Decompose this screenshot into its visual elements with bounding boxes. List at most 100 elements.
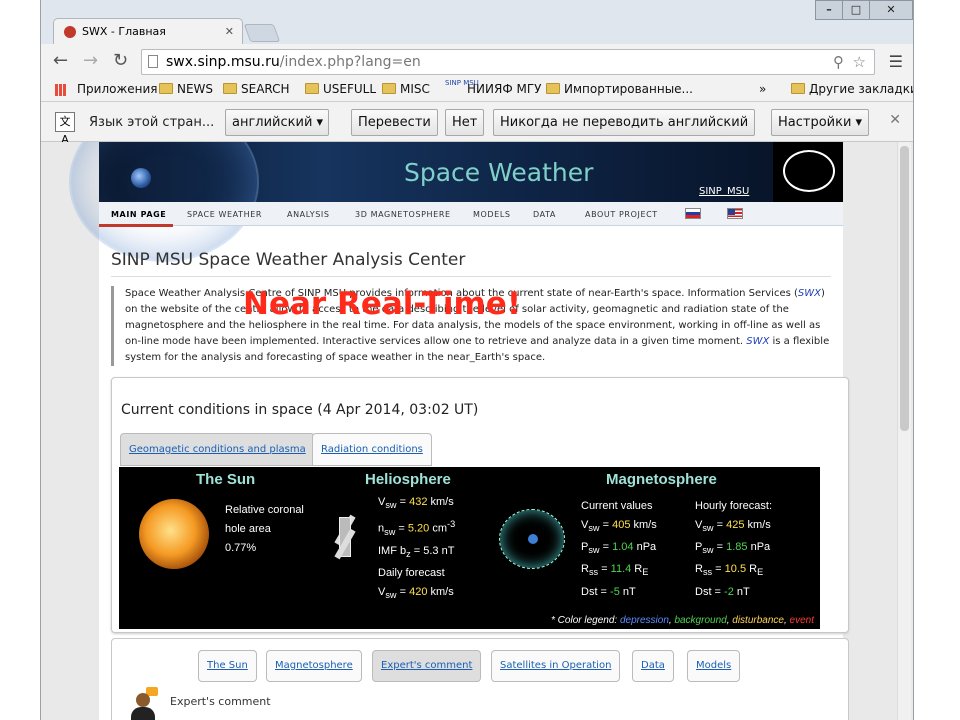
no-button[interactable]: Нет xyxy=(445,109,485,136)
url-host: swx.sinp.msu.ru xyxy=(166,54,280,70)
bookmark-imported[interactable]: Импортированные... xyxy=(546,82,693,96)
bookmark-label: Другие закладки xyxy=(809,82,914,96)
browser-tab[interactable]: SWX - Главная ✕ xyxy=(53,18,243,44)
nav-space-weather[interactable]: SPACE WEATHER xyxy=(187,210,262,219)
conditions-panel: The Sun Heliosphere Magnetosphere Relati… xyxy=(119,467,820,629)
translate-settings-button[interactable]: Настройки ▾ xyxy=(771,109,869,136)
sinp-logo[interactable] xyxy=(773,142,843,202)
current-values: Current values Vsw = 405 km/s Psw = 1.04… xyxy=(581,500,657,598)
swx-link[interactable]: SWX xyxy=(746,336,769,347)
folder-icon xyxy=(305,83,319,94)
fc-psw: 1.85 xyxy=(726,541,748,554)
heliosphere-values: Vsw = 432 km/s nsw = 5.20 cm-3 IMF bz = … xyxy=(378,496,456,601)
info-tabs-box: The Sun Magnetosphere Expert's comment S… xyxy=(111,638,849,720)
bookmark-search[interactable]: SEARCH xyxy=(223,82,290,96)
maximize-button[interactable]: □ xyxy=(842,0,870,20)
tab-geomagnetic[interactable]: Geomagetic conditions and plasma xyxy=(120,433,315,466)
vsw-value: 432 xyxy=(409,496,428,508)
intro-part-1: Space Weather Analysis Centre of SINP MS… xyxy=(125,288,798,299)
hourly-forecast: Hourly forecast: Vsw = 425 km/s Psw = 1.… xyxy=(695,500,773,598)
fc-rss: 10.5 xyxy=(724,563,747,576)
conditions-title: Current conditions in space (4 Apr 2014,… xyxy=(121,402,479,418)
translate-bar: 文A Язык этой стран... английский ▾ Перев… xyxy=(41,102,913,146)
title-bar: SWX - Главная ✕ – □ ✕ xyxy=(41,0,913,44)
nav-3d-magnetosphere[interactable]: 3D MAGNETOSPHERE xyxy=(355,210,451,219)
swx-link[interactable]: SWX xyxy=(798,288,821,299)
bookmark-misc[interactable]: MISC xyxy=(382,82,430,96)
magnetosphere-image[interactable] xyxy=(499,509,565,569)
nav-models[interactable]: MODELS xyxy=(473,210,511,219)
fc-dst: -2 xyxy=(724,585,734,598)
translate-close-icon[interactable]: ✕ xyxy=(889,112,901,128)
earth-icon xyxy=(131,168,151,188)
translate-button[interactable]: Перевести xyxy=(351,109,438,136)
language-select[interactable]: английский ▾ xyxy=(225,109,329,136)
tab-the-sun[interactable]: The Sun xyxy=(198,650,257,682)
reload-icon[interactable]: ↻ xyxy=(113,51,128,71)
sun-coronal-value: 0.77% xyxy=(225,542,257,554)
vsw-forecast-value: 420 xyxy=(409,586,428,599)
imf-value: 5.3 xyxy=(423,545,439,558)
nav-main-page[interactable]: MAIN PAGE xyxy=(111,210,166,219)
cur-psw: 1.04 xyxy=(612,541,634,554)
forecast-label: Hourly forecast: xyxy=(695,500,773,512)
site-banner: Space Weather SINP MSU xyxy=(69,142,843,262)
browser-toolbar: ← → ↻ swx.sinp.msu.ru/index.php?lang=en … xyxy=(41,44,913,78)
site-favicon-icon xyxy=(64,26,76,38)
address-bar[interactable]: swx.sinp.msu.ru/index.php?lang=en ⚲ ☆ xyxy=(141,49,875,75)
sun-heading: The Sun xyxy=(196,471,256,488)
sun-image[interactable] xyxy=(139,499,209,569)
folder-icon xyxy=(546,83,560,94)
language-select-label: английский xyxy=(232,115,313,130)
bookmarks-bar: Приложения NEWS SEARCH USEFULL MISC SINP… xyxy=(41,78,914,102)
nav-data[interactable]: DATA xyxy=(533,210,556,219)
legend-disturbance: disturbance xyxy=(732,615,784,626)
nav-active-underline xyxy=(99,224,173,227)
bookmark-label: SEARCH xyxy=(241,82,290,96)
never-translate-button[interactable]: Никогда не переводить английский xyxy=(493,109,756,136)
scrollbar-thumb[interactable] xyxy=(900,146,909,431)
tab-close-icon[interactable]: ✕ xyxy=(225,19,234,45)
russian-flag-icon[interactable] xyxy=(685,208,701,219)
banner-sinp-msu-link[interactable]: SINP MSU xyxy=(699,186,749,197)
bookmark-apps[interactable]: Приложения xyxy=(59,82,158,96)
tab-radiation[interactable]: Radiation conditions xyxy=(312,433,432,466)
bookmark-usefull[interactable]: USEFULL xyxy=(305,82,376,96)
window-close-button[interactable]: ✕ xyxy=(869,0,913,20)
nav-about-project[interactable]: ABOUT PROJECT xyxy=(585,210,658,219)
tab-data[interactable]: Data xyxy=(632,650,674,682)
search-icon[interactable]: ⚲ xyxy=(833,50,844,74)
new-tab-button[interactable] xyxy=(243,24,281,42)
page-viewport: Space Weather SINP MSU MAIN PAGE SPACE W… xyxy=(41,142,913,720)
minimize-button[interactable]: – xyxy=(815,0,843,20)
cur-rss: 11.4 xyxy=(610,563,632,576)
heliosphere-heading: Heliosphere xyxy=(365,471,451,488)
folder-icon xyxy=(382,83,396,94)
intro-text: Space Weather Analysis Centre of SINP MS… xyxy=(111,286,833,366)
forward-arrow-icon[interactable]: → xyxy=(83,51,98,71)
nav-analysis[interactable]: ANALYSIS xyxy=(287,210,330,219)
bookmark-sinp[interactable]: SINP MSU НИИЯФ МГУ xyxy=(445,79,541,96)
tab-magnetosphere[interactable]: Magnetosphere xyxy=(266,650,362,682)
bookmarks-overflow-chevron-icon[interactable]: » xyxy=(759,82,766,96)
us-flag-icon[interactable] xyxy=(727,208,743,219)
tab-models[interactable]: Models xyxy=(687,650,741,682)
tab-satellites[interactable]: Satellites in Operation xyxy=(491,650,621,682)
translate-label: Язык этой стран... xyxy=(89,115,215,130)
tab-experts-comment[interactable]: Expert's comment xyxy=(372,650,482,682)
satellite-image[interactable] xyxy=(329,507,361,567)
bookmark-other[interactable]: Другие закладки xyxy=(791,82,914,96)
legend-prefix: * Color legend: xyxy=(551,615,620,626)
menu-icon[interactable]: ☰ xyxy=(889,52,903,71)
bookmark-star-icon[interactable]: ☆ xyxy=(853,50,866,74)
url-path: /index.php?lang=en xyxy=(279,54,421,70)
translate-icon: 文A xyxy=(55,112,75,146)
bookmark-news[interactable]: NEWS xyxy=(159,82,213,96)
bookmark-label: Импортированные... xyxy=(564,82,693,96)
browser-window: SWX - Главная ✕ – □ ✕ ← → ↻ swx.sinp.msu… xyxy=(40,0,914,720)
folder-icon xyxy=(159,83,173,94)
back-arrow-icon[interactable]: ← xyxy=(53,51,68,71)
page-scrollbar[interactable] xyxy=(897,142,911,720)
bookmark-label: MISC xyxy=(400,82,430,96)
site-page: Space Weather SINP MSU MAIN PAGE SPACE W… xyxy=(69,142,849,720)
